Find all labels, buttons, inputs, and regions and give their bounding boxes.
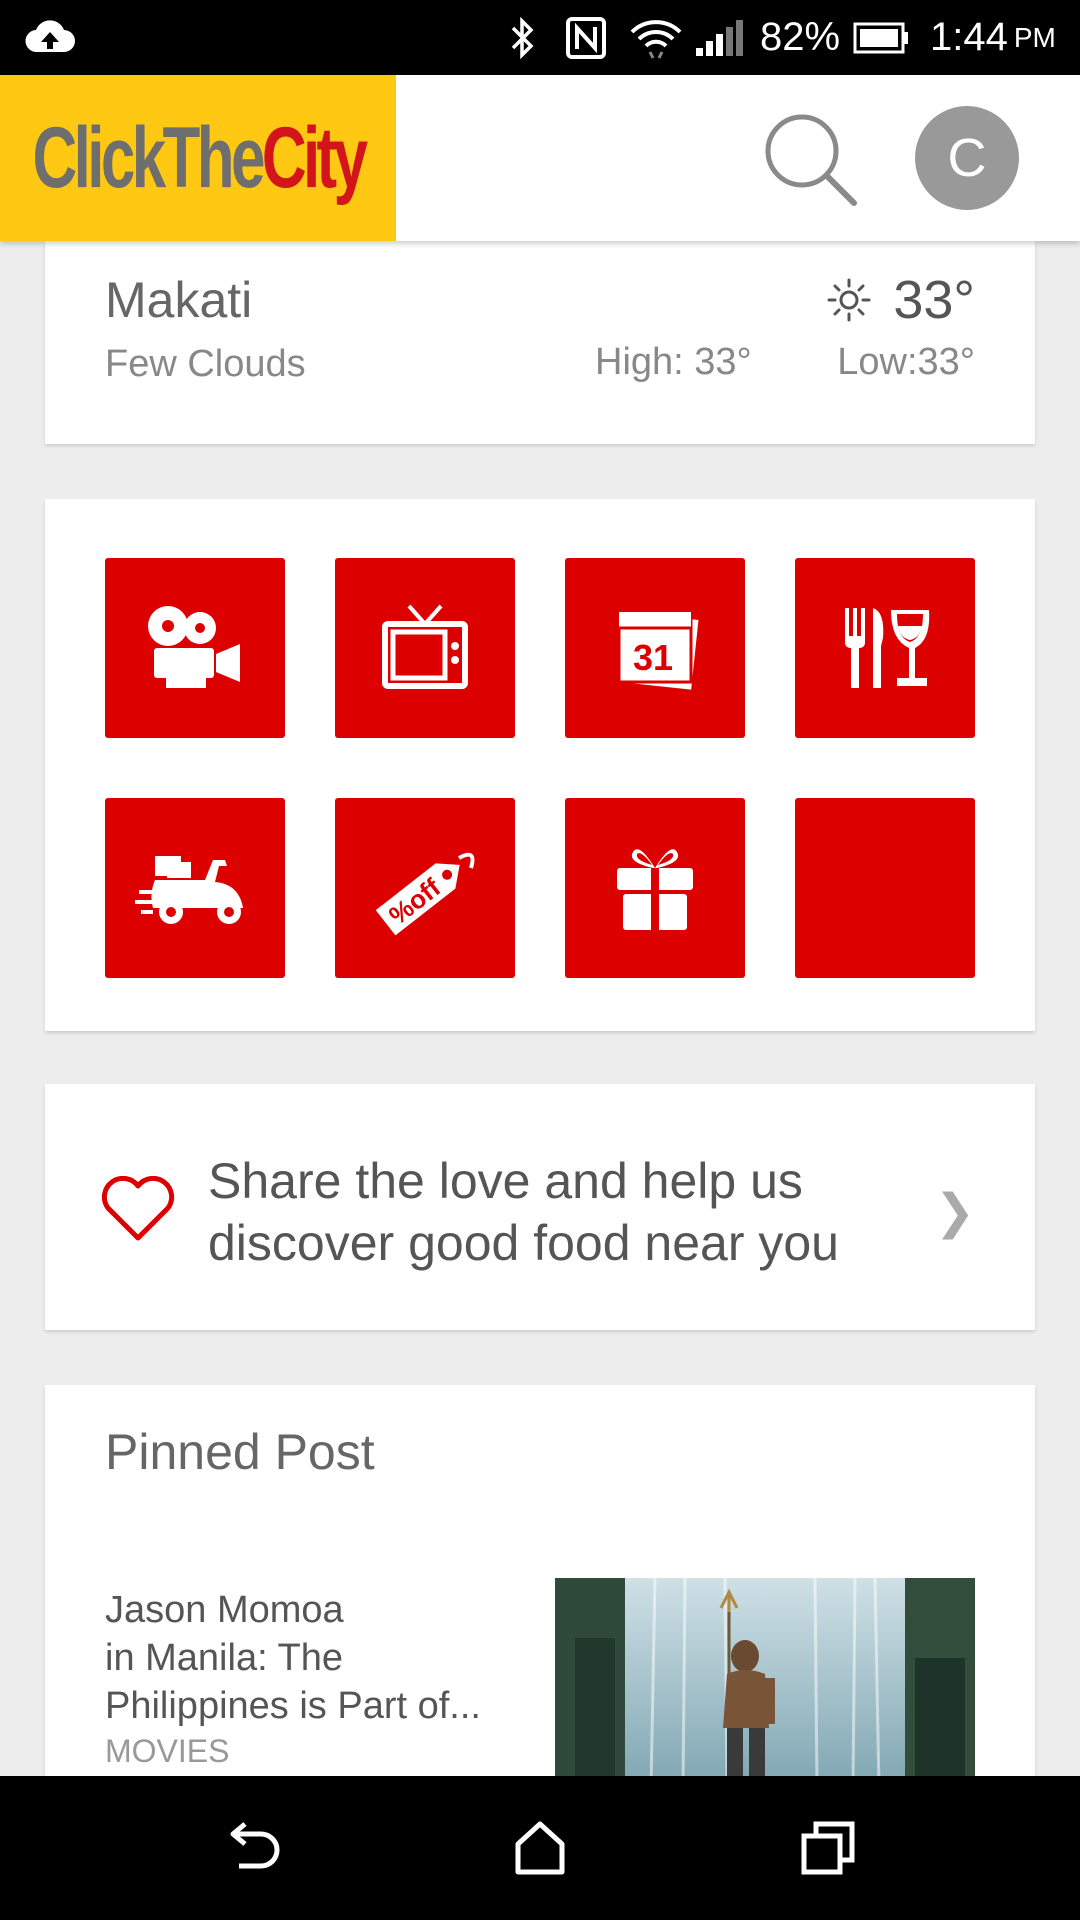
pinned-post-item[interactable]: Jason Momoa in Manila: The Philippines i…: [45, 1578, 1035, 1788]
search-button[interactable]: [760, 109, 860, 209]
gift-icon: [617, 849, 693, 930]
category-tv-button[interactable]: [335, 558, 515, 738]
battery-percentage: 82%: [760, 15, 841, 59]
post-category: MOVIES: [105, 1733, 230, 1769]
logo-text: ClickTheCity: [32, 109, 367, 208]
category-events-button[interactable]: 31: [565, 558, 745, 738]
heart-icon: [101, 1176, 175, 1241]
post-title-line: Philippines is Part of...: [105, 1685, 481, 1727]
logo-text-part: Click: [32, 109, 166, 206]
sun-icon: [827, 278, 871, 322]
weather-high: High: 33°: [595, 341, 752, 383]
post-title-line: in Manila: The: [105, 1637, 343, 1679]
system-navigation-bar: [0, 1776, 1080, 1920]
category-dining-button[interactable]: [795, 558, 975, 738]
share-line-1: Share the love and help us: [208, 1153, 803, 1209]
share-food-card[interactable]: Share the love and help us discover good…: [45, 1084, 1035, 1330]
chevron-right-icon: ❯: [934, 1186, 975, 1239]
weather-temperature-row: 33°: [827, 269, 975, 331]
pinned-post-heading: Pinned Post: [105, 1424, 375, 1480]
clock-ampm: PM: [1013, 21, 1056, 53]
category-delivery-button[interactable]: [105, 798, 285, 978]
discount-tag-icon: %off: [375, 852, 475, 936]
home-button[interactable]: [480, 1776, 600, 1920]
tv-icon: [382, 604, 468, 689]
bluetooth-icon: [505, 0, 541, 75]
weather-low: Low:33°: [837, 341, 975, 383]
search-icon: [765, 114, 857, 206]
category-more-button[interactable]: [795, 798, 975, 978]
movie-camera-icon: [148, 606, 240, 688]
recents-button[interactable]: [768, 1776, 888, 1920]
post-title-line: Jason Momoa: [105, 1589, 344, 1631]
calendar-icon-label: 31: [633, 637, 673, 678]
share-line-2: discover good food near you: [208, 1215, 839, 1271]
share-text: Share the love and help us discover good…: [208, 1150, 928, 1274]
weather-temp: 33°: [893, 270, 975, 330]
category-movies-button[interactable]: [105, 558, 285, 738]
status-bar: 82% 1:44 PM: [0, 0, 1080, 75]
pinned-post-card: Pinned Post Jason Momoa in Manila: The P…: [45, 1385, 1035, 1788]
post-thumbnail: [555, 1578, 975, 1788]
logo-text-part: City: [261, 109, 367, 206]
dining-icon: [845, 608, 930, 688]
home-icon: [515, 1821, 565, 1875]
nfc-icon: [565, 0, 607, 75]
category-deals-button[interactable]: %off: [335, 798, 515, 978]
recents-icon: [801, 1821, 855, 1875]
clickthecity-logo[interactable]: ClickTheCity: [0, 75, 396, 241]
clock: 1:44 PM: [930, 0, 1056, 75]
cloud-upload-icon: [24, 0, 76, 75]
signal-icon: [694, 0, 744, 75]
back-button[interactable]: [193, 1776, 313, 1920]
category-grid-card: 31 %off: [45, 499, 1035, 1031]
back-icon: [230, 1822, 280, 1869]
battery-icon: [853, 0, 909, 75]
weather-card[interactable]: Makati Few Clouds 33° High: 33° Low:33°: [45, 241, 1035, 444]
delivery-scooter-icon: [135, 856, 243, 924]
weather-condition: Few Clouds: [105, 343, 306, 385]
category-gifts-button[interactable]: [565, 798, 745, 978]
logo-text-part: The: [162, 109, 265, 206]
clock-time: 1:44: [930, 15, 1008, 59]
post-title: Jason Momoa in Manila: The Philippines i…: [105, 1586, 525, 1730]
avatar[interactable]: C: [915, 106, 1019, 210]
app-header: ClickTheCity C: [0, 75, 1080, 241]
wifi-icon: [628, 0, 684, 75]
calendar-icon: 31: [617, 604, 699, 690]
weather-city: Makati: [105, 272, 253, 328]
